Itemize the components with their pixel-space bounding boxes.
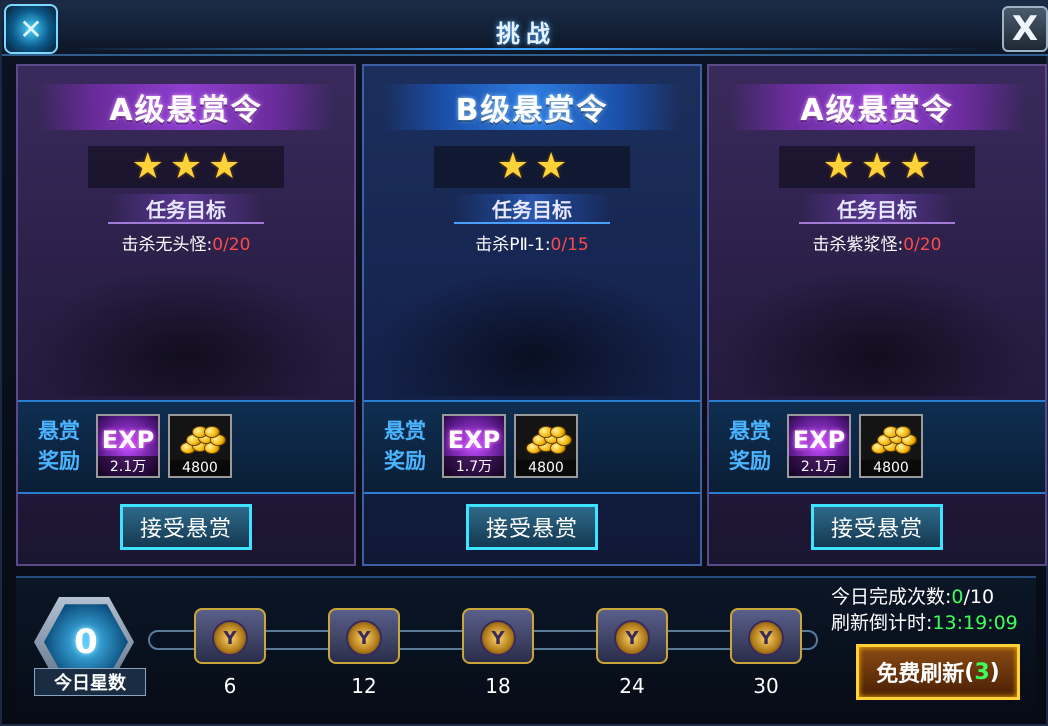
daily-stats: 今日完成次数:0/10 刷新倒计时:13:19:09	[831, 584, 1018, 636]
chest-threshold-5: 30	[753, 674, 779, 698]
gold-reward-slot[interactable]: 4800	[514, 414, 578, 478]
scene-artwork	[374, 266, 690, 396]
accept-bounty-button[interactable]: 接受悬赏	[466, 504, 598, 550]
chest-emblem-icon: Y	[346, 620, 382, 656]
reward-label-line-1: 悬赏	[38, 419, 80, 443]
reward-chest-5[interactable]: Y	[726, 598, 806, 674]
refresh-timer-label: 刷新倒计时:	[831, 612, 933, 634]
reward-label-line-2: 奖励	[38, 449, 80, 473]
gold-coins-icon	[178, 426, 226, 456]
exp-reward-slot[interactable]: EXP 2.1万	[787, 414, 851, 478]
task-text: 击杀无头怪:0/20	[18, 230, 354, 255]
completed-count-row: 今日完成次数:0/10	[831, 584, 1018, 610]
task-target: 击杀紫浆怪:	[812, 235, 904, 255]
exp-amount: 2.1万	[98, 456, 158, 476]
bounty-card-1: A级悬赏令 ★ ★ ★ 任务目标 击杀无头怪:0/20 悬赏 奖励 EXP 2.…	[16, 64, 356, 566]
reward-chest-2[interactable]: Y	[324, 598, 404, 674]
task-progress: 0/15	[550, 235, 589, 255]
scene-artwork	[719, 266, 1035, 396]
today-stars-label: 今日星数	[34, 668, 146, 696]
chest-emblem-icon: Y	[480, 620, 516, 656]
bounty-rank-title: A级悬赏令	[38, 84, 334, 130]
scene-artwork	[28, 266, 344, 396]
reward-chest-3[interactable]: Y	[458, 598, 538, 674]
star-rating: ★ ★ ★	[88, 146, 284, 188]
task-progress: 0/20	[903, 235, 942, 255]
reward-label-line-2: 奖励	[729, 449, 771, 473]
accept-bounty-button[interactable]: 接受悬赏	[811, 504, 943, 550]
star-icon: ★	[535, 146, 568, 187]
chest-emblem-icon: Y	[212, 620, 248, 656]
reward-label-line-1: 悬赏	[729, 419, 771, 443]
objective-header: 任务目标	[799, 194, 955, 224]
free-refresh-button[interactable]: 免费刷新(3)	[856, 644, 1020, 700]
chest-threshold-2: 12	[351, 674, 377, 698]
accept-bounty-button[interactable]: 接受悬赏	[120, 504, 252, 550]
completed-label: 今日完成次数:	[831, 586, 952, 608]
completed-total: /10	[963, 586, 995, 608]
gold-amount: 4800	[861, 460, 921, 476]
free-refresh-label: 免费刷新	[876, 662, 965, 687]
reward-panel: 悬赏 奖励 EXP 2.1万 4800	[18, 400, 354, 494]
chest-threshold-4: 24	[619, 674, 645, 698]
gold-amount: 4800	[516, 460, 576, 476]
bounty-rank-title: B级悬赏令	[384, 84, 680, 130]
chest-emblem-icon: Y	[748, 620, 784, 656]
exp-icon: EXP	[101, 426, 155, 454]
gold-reward-slot[interactable]: 4800	[859, 414, 923, 478]
star-rating: ★ ★ ★	[779, 146, 975, 188]
reward-label-line-1: 悬赏	[384, 419, 426, 443]
reward-panel: 悬赏 奖励 EXP 2.1万 4800	[709, 400, 1045, 494]
window-title: 挑战	[496, 20, 556, 48]
star-icon: ★	[860, 146, 894, 187]
reward-chest-4[interactable]: Y	[592, 598, 672, 674]
gold-amount: 4800	[170, 460, 230, 476]
chest-emblem-icon: Y	[614, 620, 650, 656]
star-icon: ★	[899, 146, 932, 187]
exp-reward-slot[interactable]: EXP 1.7万	[442, 414, 506, 478]
daily-progress-bar: 0 今日星数 Y 6 Y 12 Y 18 Y 24 Y 30 今日完成次数:0/…	[16, 576, 1036, 724]
title-bar: ✕ 挑战 X	[2, 2, 1048, 56]
task-target: 击杀PⅡ-1:	[475, 235, 551, 255]
refresh-timer-value: 13:19:09	[932, 612, 1018, 634]
bounty-card-3: A级悬赏令 ★ ★ ★ 任务目标 击杀紫浆怪:0/20 悬赏 奖励 EXP 2.…	[707, 64, 1047, 566]
completed-value: 0	[951, 586, 964, 608]
challenge-window: ✕ 挑战 X A级悬赏令 ★ ★ ★ 任务目标 击杀无头怪:0/20 悬赏 奖励…	[0, 0, 1048, 726]
task-target: 击杀无头怪:	[121, 235, 213, 255]
objective-header: 任务目标	[108, 194, 264, 224]
task-progress: 0/20	[212, 235, 251, 255]
refresh-timer-row: 刷新倒计时:13:19:09	[831, 610, 1018, 636]
exp-reward-slot[interactable]: EXP 2.1万	[96, 414, 160, 478]
reward-label: 悬赏 奖励	[729, 416, 777, 476]
reward-chest-1[interactable]: Y	[190, 598, 270, 674]
reward-label-line-2: 奖励	[384, 449, 426, 473]
bounty-card-2: B级悬赏令 ★ ★ 任务目标 击杀PⅡ-1:0/15 悬赏 奖励 EXP 1.7…	[362, 64, 702, 566]
reward-label: 悬赏 奖励	[38, 416, 86, 476]
exp-amount: 1.7万	[444, 456, 504, 476]
star-icon: ★	[169, 146, 203, 187]
star-icon: ★	[496, 146, 529, 187]
objective-header: 任务目标	[454, 194, 610, 224]
star-icon: ★	[208, 146, 241, 187]
gold-coins-icon	[869, 426, 917, 456]
star-rating: ★ ★	[434, 146, 630, 188]
star-icon: ★	[822, 146, 855, 187]
bounty-rank-title: A级悬赏令	[729, 84, 1025, 130]
gold-coins-icon	[524, 426, 572, 456]
reward-panel: 悬赏 奖励 EXP 1.7万 4800	[364, 400, 700, 494]
exp-amount: 2.1万	[789, 456, 849, 476]
exp-icon: EXP	[447, 426, 501, 454]
close-button[interactable]: X	[1002, 6, 1048, 52]
chest-threshold-3: 18	[485, 674, 511, 698]
exp-icon: EXP	[792, 426, 846, 454]
free-refresh-count: 3	[974, 659, 990, 685]
task-text: 击杀PⅡ-1:0/15	[364, 230, 700, 255]
reward-label: 悬赏 奖励	[384, 416, 432, 476]
chest-threshold-1: 6	[223, 674, 237, 698]
gold-reward-slot[interactable]: 4800	[168, 414, 232, 478]
task-text: 击杀紫浆怪:0/20	[709, 230, 1045, 255]
star-icon: ★	[131, 146, 164, 187]
